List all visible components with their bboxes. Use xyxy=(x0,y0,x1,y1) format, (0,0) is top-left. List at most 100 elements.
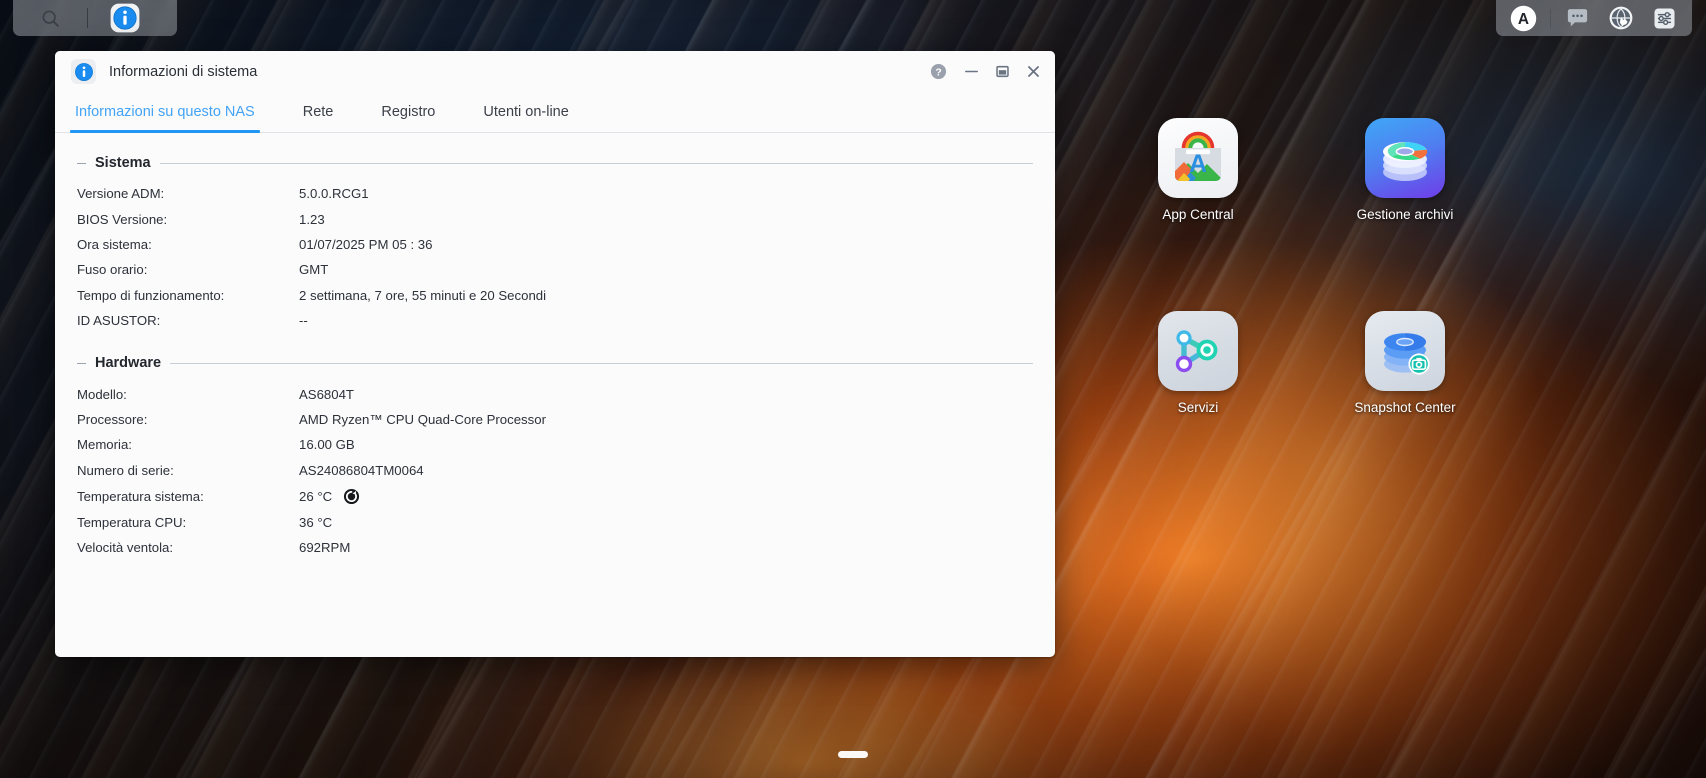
network-globe-icon xyxy=(1609,6,1633,30)
row-value: 5.0.0.RCG1 xyxy=(299,186,369,202)
minimize-icon xyxy=(965,70,978,73)
close-button[interactable] xyxy=(1018,57,1049,87)
section-title: Hardware xyxy=(95,355,162,372)
row-key: Modello: xyxy=(77,386,127,402)
refresh-temperature-button[interactable] xyxy=(343,488,360,505)
avatar: A xyxy=(1510,5,1537,31)
row-value: 692RPM xyxy=(299,540,351,556)
info-row: Numero di serie: AS24086804TM0064 xyxy=(77,458,1033,483)
window-info-icon xyxy=(71,59,96,84)
info-row: ID ASUSTOR: -- xyxy=(77,308,1033,333)
taskbar-right: A xyxy=(1496,0,1692,36)
tab-label: Rete xyxy=(302,104,334,120)
row-key: Ora sistema: xyxy=(77,236,152,252)
info-row: Modello: AS6804T xyxy=(77,381,1033,406)
tab-label: Utenti on-line xyxy=(483,104,569,120)
system-information-window: Informazioni di sistema ? Informazioni s… xyxy=(55,51,1055,657)
svg-text:A: A xyxy=(1189,150,1207,178)
info-row: Temperatura CPU: 36 °C xyxy=(77,510,1033,535)
close-icon xyxy=(1028,66,1039,77)
row-key: Temperatura CPU: xyxy=(77,515,187,531)
services-icon xyxy=(1175,330,1218,373)
desktop-icon-label: Servizi xyxy=(1177,400,1219,415)
row-key: Versione ADM: xyxy=(77,186,165,202)
info-icon xyxy=(74,62,93,81)
desktop-icon-label: Snapshot Center xyxy=(1354,400,1456,415)
chat-button[interactable] xyxy=(1560,1,1594,35)
desktop-icon-snapshot-center[interactable]: Snapshot Center xyxy=(1341,311,1469,415)
window-tabs: Informazioni su questo NAS Rete Registro… xyxy=(55,92,1055,133)
info-row: Fuso orario: GMT xyxy=(77,257,1033,282)
row-key: Fuso orario: xyxy=(77,262,148,278)
control-panel-icon xyxy=(1654,8,1675,28)
section-title: Sistema xyxy=(95,155,151,171)
avatar-initial: A xyxy=(1518,10,1529,27)
dock-handle[interactable] xyxy=(838,751,868,758)
desktop-icon-app-central[interactable]: A App Central xyxy=(1134,118,1262,222)
row-value: AMD Ryzen™ CPU Quad-Core Processor xyxy=(299,411,546,427)
svg-text:?: ? xyxy=(935,67,941,78)
row-value: 1.23 xyxy=(299,211,325,227)
row-value: 01/07/2025 PM 05 : 36 xyxy=(299,236,433,252)
desktop-icon-label: Gestione archivi xyxy=(1356,207,1454,222)
refresh-icon xyxy=(344,488,360,504)
help-icon: ? xyxy=(930,63,947,80)
app-central-tile: A xyxy=(1158,118,1238,198)
info-row: Ora sistema: 01/07/2025 PM 05 : 36 xyxy=(77,232,1033,257)
info-row: Temperatura sistema: 26 °C xyxy=(77,483,1033,510)
info-icon xyxy=(110,3,140,33)
row-value: GMT xyxy=(299,262,329,278)
app-central-icon: A xyxy=(1175,131,1221,181)
info-row: Velocità ventola: 692RPM xyxy=(77,535,1033,560)
minimize-button[interactable] xyxy=(956,57,987,87)
section-rule xyxy=(159,162,1033,164)
servizi-tile xyxy=(1158,311,1238,391)
window-titlebar[interactable]: Informazioni di sistema ? xyxy=(55,51,1055,92)
info-row: BIOS Versione: 1.23 xyxy=(77,206,1033,231)
row-key: Numero di serie: xyxy=(77,462,174,478)
row-value: 26 °C xyxy=(299,488,333,504)
window-title: Informazioni di sistema xyxy=(109,63,258,80)
section-dash xyxy=(77,162,86,164)
control-panel-button[interactable] xyxy=(1647,1,1681,35)
taskbar-right-divider xyxy=(1550,8,1552,28)
info-row: Memoria: 16.00 GB xyxy=(77,432,1033,457)
snapshot-center-tile xyxy=(1365,311,1445,391)
help-button[interactable]: ? xyxy=(923,57,954,87)
search-icon xyxy=(42,10,59,27)
row-value: 16.00 GB xyxy=(299,437,355,453)
maximize-icon xyxy=(996,65,1009,78)
desktop-icon-gestione-archivi[interactable]: Gestione archivi xyxy=(1341,118,1469,222)
row-key: Memoria: xyxy=(77,437,132,453)
user-avatar-button[interactable]: A xyxy=(1507,1,1541,35)
network-button[interactable] xyxy=(1604,1,1638,35)
row-value-group: 26 °C xyxy=(299,488,1033,505)
search-button[interactable] xyxy=(13,0,87,36)
row-value: AS24086804TM0064 xyxy=(299,462,424,478)
chat-icon xyxy=(1567,8,1588,26)
tab-rete[interactable]: Rete xyxy=(301,92,336,132)
row-value: 2 settimana, 7 ore, 55 minuti e 20 Secon… xyxy=(299,287,547,303)
row-key: Temperatura sistema: xyxy=(77,488,204,504)
row-key: Processore: xyxy=(77,411,148,427)
tab-registro[interactable]: Registro xyxy=(379,92,437,132)
row-value: 36 °C xyxy=(299,515,333,531)
row-value: AS6804T xyxy=(299,386,354,402)
tab-label: Informazioni su questo NAS xyxy=(75,104,255,120)
desktop-icon-servizi[interactable]: Servizi xyxy=(1134,311,1262,415)
taskbar-left xyxy=(13,0,177,36)
window-content: Sistema Versione ADM: 5.0.0.RCG1 BIOS Ve… xyxy=(55,133,1055,657)
system-information-button[interactable] xyxy=(88,0,162,36)
section-rule xyxy=(170,362,1033,364)
tab-informazioni-su-questo-nas[interactable]: Informazioni su questo NAS xyxy=(70,92,260,133)
section-dash xyxy=(77,362,86,364)
section-header-sistema: Sistema xyxy=(77,155,1033,171)
info-row: Processore: AMD Ryzen™ CPU Quad-Core Pro… xyxy=(77,407,1033,432)
row-key: Velocità ventola: xyxy=(77,540,174,556)
gestione-archivi-tile xyxy=(1365,118,1445,198)
tab-utenti-on-line[interactable]: Utenti on-line xyxy=(481,92,570,132)
snapshot-center-icon xyxy=(1384,333,1430,375)
desktop: A A App Central Gestione archivi Servizi… xyxy=(0,0,1706,778)
row-key: BIOS Versione: xyxy=(77,211,168,227)
maximize-button[interactable] xyxy=(987,57,1018,87)
